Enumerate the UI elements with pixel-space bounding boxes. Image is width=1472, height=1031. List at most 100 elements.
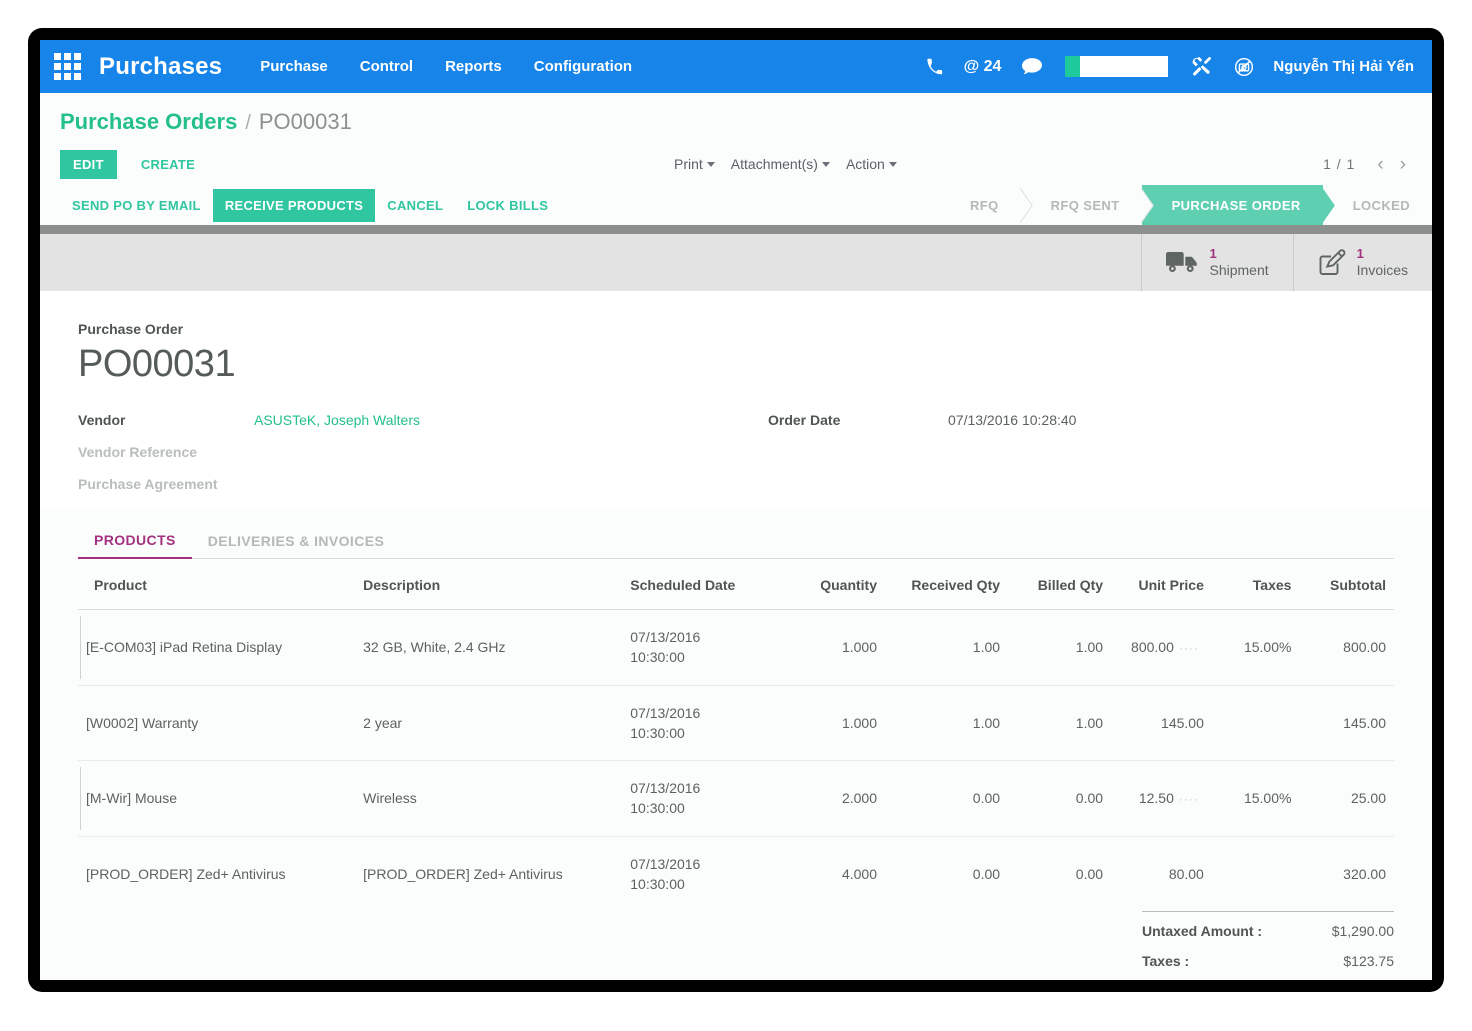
cell-billed-qty: 1.00 [1008, 610, 1111, 686]
chevron-left-icon[interactable]: ‹ [1371, 155, 1389, 174]
unit-price-value: 800.00 [1131, 639, 1174, 655]
mentions-counter[interactable]: @ 24 [964, 58, 1002, 76]
chevron-down-icon [822, 162, 830, 167]
field-vendor-reference-label: Vendor Reference [78, 444, 254, 460]
send-po-by-email-button[interactable]: SEND PO BY EMAIL [60, 189, 213, 222]
scheduled-date-day: 07/13/2016 [630, 780, 700, 796]
stage-rfq-sent[interactable]: RFQ SENT [1021, 185, 1142, 225]
edit-button[interactable]: EDIT [60, 150, 117, 179]
action-dropdown[interactable]: Action [846, 156, 897, 172]
camera-off-icon[interactable] [1234, 57, 1254, 77]
field-vendor-value[interactable]: ASUSTeK, Joseph Walters [254, 412, 420, 428]
tab-products[interactable]: PRODUCTS [78, 526, 192, 559]
table-header-row: Product Description Scheduled Date Quant… [78, 559, 1394, 610]
print-dropdown[interactable]: Print [674, 156, 715, 172]
cell-product: [M-Wir] Mouse [78, 761, 355, 837]
scheduled-date-day: 07/13/2016 [630, 856, 700, 872]
table-row[interactable]: [E-COM03] iPad Retina Display 32 GB, Whi… [78, 610, 1394, 686]
tax-dots: ···· [1179, 792, 1199, 806]
cell-description: 2 year [355, 685, 622, 761]
col-product: Product [78, 559, 355, 610]
table-row[interactable]: [M-Wir] Mouse Wireless 07/13/2016 10:30:… [78, 761, 1394, 837]
menu-configuration[interactable]: Configuration [534, 58, 632, 75]
menu-control[interactable]: Control [360, 58, 413, 75]
cell-received-qty: 0.00 [885, 761, 1008, 837]
table-row[interactable]: [W0002] Warranty 2 year 07/13/2016 10:30… [78, 685, 1394, 761]
col-unit-price: Unit Price [1111, 559, 1212, 610]
cancel-button[interactable]: CANCEL [375, 189, 455, 222]
cell-scheduled-date: 07/13/2016 10:30:00 [622, 836, 782, 911]
order-lines-table: Product Description Scheduled Date Quant… [78, 559, 1394, 911]
stage-rfq[interactable]: RFQ [940, 185, 1021, 225]
cell-received-qty: 0.00 [885, 836, 1008, 911]
cell-unit-price: 12.50 ···· [1111, 761, 1212, 837]
user-menu-name[interactable]: Nguyễn Thị Hải Yến [1273, 58, 1414, 75]
form-subtitle: Purchase Order [78, 321, 1394, 337]
pencil-square-icon [1318, 249, 1346, 276]
stage-purchase-order[interactable]: PURCHASE ORDER [1142, 185, 1323, 225]
scheduled-date-day: 07/13/2016 [630, 705, 700, 721]
totals-section: Untaxed Amount : $1,290.00 Taxes : $123.… [40, 911, 1432, 980]
screenshot-root: Purchases Purchase Control Reports Confi… [0, 0, 1472, 1031]
apps-grid-icon[interactable] [54, 53, 81, 80]
print-label: Print [674, 156, 703, 172]
unit-price-value: 12.50 [1139, 790, 1174, 806]
scheduled-date-time: 10:30:00 [630, 800, 685, 816]
cell-received-qty: 1.00 [885, 685, 1008, 761]
smart-button-shipment[interactable]: 1 Shipment [1141, 234, 1292, 291]
chat-bubble-icon[interactable] [1022, 58, 1042, 75]
breadcrumb-current: PO00031 [259, 109, 352, 135]
field-purchase-agreement-label: Purchase Agreement [78, 476, 254, 492]
stage-locked[interactable]: LOCKED [1323, 185, 1432, 225]
cell-product: [PROD_ORDER] Zed+ Antivirus [78, 836, 355, 911]
untaxed-label: Untaxed Amount : [1142, 923, 1262, 939]
receive-products-button[interactable]: RECEIVE PRODUCTS [213, 189, 375, 222]
attachments-label: Attachment(s) [731, 156, 818, 172]
smart-button-shipment-text: 1 Shipment [1209, 247, 1268, 278]
cell-subtotal: 800.00 [1299, 610, 1394, 686]
total-untaxed-row: Untaxed Amount : $1,290.00 [1142, 916, 1394, 946]
menu-reports[interactable]: Reports [445, 58, 502, 75]
pager-count: 1 / 1 [1323, 156, 1355, 172]
phone-icon[interactable] [926, 58, 943, 75]
browser-viewport: Purchases Purchase Control Reports Confi… [40, 40, 1432, 980]
scheduled-date-day: 07/13/2016 [630, 629, 700, 645]
smart-button-invoices-text: 1 Invoices [1357, 247, 1408, 278]
field-order-date-value[interactable]: 07/13/2016 10:28:40 [948, 412, 1076, 428]
activity-progress-bar[interactable] [1065, 56, 1168, 77]
table-row[interactable]: [PROD_ORDER] Zed+ Antivirus [PROD_ORDER]… [78, 836, 1394, 911]
form-column-right: Order Date 07/13/2016 10:28:40 [768, 412, 1394, 508]
smart-button-invoices[interactable]: 1 Invoices [1293, 234, 1432, 291]
cell-taxes: 15.00% [1212, 761, 1300, 837]
taxes-label: Taxes : [1142, 953, 1189, 969]
lock-bills-button[interactable]: LOCK BILLS [455, 189, 560, 222]
col-received-qty: Received Qty [885, 559, 1008, 610]
status-pipeline: RFQ RFQ SENT PURCHASE ORDER LOCKED [940, 185, 1432, 225]
cell-product: [W0002] Warranty [78, 685, 355, 761]
status-action-bar: SEND PO BY EMAIL RECEIVE PRODUCTS CANCEL… [40, 185, 1432, 225]
tools-icon[interactable] [1191, 56, 1212, 77]
taxes-value: $123.75 [1343, 953, 1394, 969]
breadcrumb-root-link[interactable]: Purchase Orders [60, 109, 237, 135]
total-taxes-row: Taxes : $123.75 [1142, 946, 1394, 976]
col-scheduled-date: Scheduled Date [622, 559, 782, 610]
untaxed-value: $1,290.00 [1332, 923, 1394, 939]
scheduled-date-time: 10:30:00 [630, 649, 685, 665]
menu-purchase[interactable]: Purchase [260, 58, 328, 75]
navbar-right-cluster: @ 24 [915, 56, 1432, 77]
create-button[interactable]: CREATE [135, 156, 201, 173]
cell-subtotal: 145.00 [1299, 685, 1394, 761]
chevron-down-icon [889, 162, 897, 167]
totals-block: Untaxed Amount : $1,290.00 Taxes : $123.… [1142, 911, 1394, 980]
col-quantity: Quantity [783, 559, 885, 610]
cell-subtotal: 25.00 [1299, 761, 1394, 837]
order-lines-body: [E-COM03] iPad Retina Display 32 GB, Whi… [78, 610, 1394, 912]
attachments-dropdown[interactable]: Attachment(s) [731, 156, 830, 172]
device-frame: Purchases Purchase Control Reports Confi… [28, 28, 1444, 992]
tab-deliveries-invoices[interactable]: DELIVERIES & INVOICES [192, 527, 400, 558]
control-panel: EDIT CREATE Print Attachment(s) Action 1… [40, 143, 1432, 185]
chevron-right-icon[interactable]: › [1394, 155, 1412, 174]
invoices-count: 1 [1357, 247, 1408, 262]
notebook: PRODUCTS DELIVERIES & INVOICES Product D… [40, 526, 1432, 911]
cell-unit-price: 80.00 [1111, 836, 1212, 911]
